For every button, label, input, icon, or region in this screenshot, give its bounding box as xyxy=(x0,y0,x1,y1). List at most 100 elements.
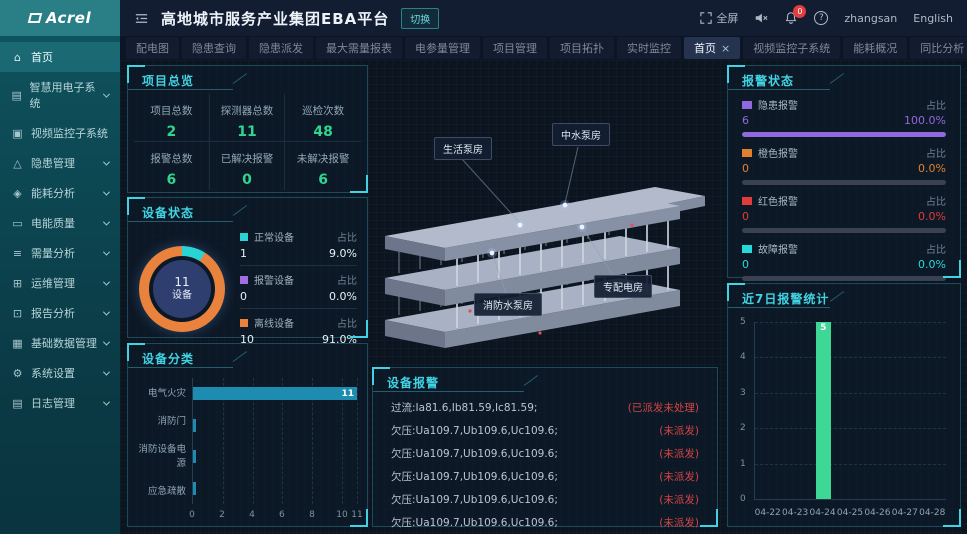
scene-label-reclaimed-water-pump-room[interactable]: 中水泵房 xyxy=(552,123,610,146)
chevron-down-icon xyxy=(103,248,110,255)
sidebar-item-label: 电能质量 xyxy=(31,215,75,231)
brand-logo[interactable]: Acrel xyxy=(0,0,120,36)
panel-title: 近7日报警统计 xyxy=(742,290,829,307)
brand-logo-icon xyxy=(28,13,42,23)
bar-electrical-fire: 11 xyxy=(193,387,357,400)
sidebar-item-smart-power[interactable]: ▤ 智慧用电子系统 xyxy=(0,72,120,118)
switch-project-button[interactable]: 切换 xyxy=(401,8,439,29)
alarm-row[interactable]: 欠压:Ua109.7,Ub109.6,Uc109.6; (未派发) xyxy=(377,511,713,534)
sidebar-item-hazard-mgmt[interactable]: △ 隐患管理 xyxy=(0,148,120,178)
sidebar-item-label: 基础数据管理 xyxy=(31,335,97,351)
gridline xyxy=(357,378,358,504)
tab-yoy-analysis[interactable]: 同比分析 xyxy=(910,37,967,59)
legend-swatch xyxy=(742,149,752,157)
alarm-status-orange: 橙色报警 占比 0 0.0% xyxy=(730,140,958,188)
legend-swatch xyxy=(742,245,752,253)
sidebar-item-system-settings[interactable]: ⚙ 系统设置 xyxy=(0,358,120,388)
language-switch[interactable]: English xyxy=(913,12,953,25)
sidebar-item-label: 系统设置 xyxy=(31,365,75,381)
chevron-down-icon xyxy=(103,398,110,405)
speaker-muted-icon xyxy=(754,11,768,25)
alarm-row[interactable]: 欠压:Ua109.7,Ub109.6,Uc109.6; (未派发) xyxy=(377,488,713,511)
legend-swatch xyxy=(742,197,752,205)
sidebar-item-report-analysis[interactable]: ⊡ 报告分析 xyxy=(0,298,120,328)
menu-fold-icon[interactable] xyxy=(134,11,149,26)
sidebar-item-home[interactable]: ⌂ 首页 xyxy=(0,42,120,72)
sidebar-item-log-mgmt[interactable]: ▤ 日志管理 xyxy=(0,388,120,418)
stat-project-total: 项目总数 2 xyxy=(134,94,210,142)
alarm-status-badge: (未派发) xyxy=(659,469,699,484)
tab-bar: 配电图 隐患查询 隐患派发 最大需量报表 电参量管理 项目管理 项目拓扑 实时监… xyxy=(120,36,967,60)
legend-swatch xyxy=(240,233,248,241)
device-status-donut-chart: 11 设备 xyxy=(134,241,230,337)
panel-title: 设备报警 xyxy=(387,374,439,391)
report-icon: ⊡ xyxy=(11,307,24,320)
sidebar-item-basic-data[interactable]: ▦ 基础数据管理 xyxy=(0,328,120,358)
tab-project-topology[interactable]: 项目拓扑 xyxy=(550,37,614,59)
stat-unresolved-alarms: 未解决报警 6 xyxy=(285,142,361,190)
scene-label-life-pump-room[interactable]: 生活泵房 xyxy=(434,137,492,160)
chevron-down-icon xyxy=(103,188,110,195)
sidebar-item-video-monitor[interactable]: ▣ 视频监控子系统 xyxy=(0,118,120,148)
legend-alarm-devices: 报警设备 占比 0 0.0% xyxy=(240,269,357,309)
category-label: 消防设备电源 xyxy=(134,441,186,469)
tab-home[interactable]: 首页 × xyxy=(684,37,740,59)
building-3d-scene[interactable]: 生活泵房 中水泵房 专配电房 消防水泵房 xyxy=(370,75,722,365)
category-label: 应急疏散 xyxy=(134,483,186,497)
tab-distribution-diagram[interactable]: 配电图 xyxy=(126,37,179,59)
stat-detector-total: 探测器总数 11 xyxy=(210,94,286,142)
mute-button[interactable] xyxy=(754,11,768,25)
alarm-row[interactable]: 欠压:Ua109.7,Ub109.6,Uc109.6; (未派发) xyxy=(377,442,713,465)
scene-label-distribution-room[interactable]: 专配电房 xyxy=(594,275,652,298)
sidebar-item-energy-analysis[interactable]: ◈ 能耗分析 xyxy=(0,178,120,208)
fullscreen-button[interactable]: 全屏 xyxy=(700,10,738,26)
stat-alarm-total: 报警总数 6 xyxy=(134,142,210,190)
x-axis-ticks: 04-22 04-23 04-24 04-25 04-26 04-27 04-2… xyxy=(754,508,946,518)
device-category-bar-chart: 电气火灾 消防门 消防设备电源 应急疏散 11 xyxy=(134,378,357,504)
donut-center-label: 设备 xyxy=(172,290,192,303)
alarm-row[interactable]: 欠压:Ua109.7,Ub109.6,Uc109.6; (未派发) xyxy=(377,465,713,488)
x-axis-ticks: 0 2 4 6 8 10 11 xyxy=(192,510,357,522)
sidebar-item-label: 能耗分析 xyxy=(31,185,75,201)
chevron-down-icon xyxy=(103,158,110,165)
tab-hazard-dispatch[interactable]: 隐患派发 xyxy=(249,37,313,59)
power-quality-icon: ▭ xyxy=(11,217,24,230)
brand-name: Acrel xyxy=(46,9,91,27)
tab-eparam-mgmt[interactable]: 电参量管理 xyxy=(405,37,480,59)
alarm-status-fault: 故障报警 占比 0 0.0% xyxy=(730,236,958,284)
bar-fire-equip-power xyxy=(193,450,196,463)
tab-project-mgmt[interactable]: 项目管理 xyxy=(483,37,547,59)
tab-max-demand-report[interactable]: 最大需量报表 xyxy=(316,37,402,59)
tab-hazard-query[interactable]: 隐患查询 xyxy=(182,37,246,59)
bar-emergency-evac xyxy=(193,482,196,495)
tab-video-subsystem[interactable]: 视频监控子系统 xyxy=(743,37,840,59)
stat-inspection-count: 巡检次数 48 xyxy=(285,94,361,142)
alarm-status-red: 红色报警 占比 0 0.0% xyxy=(730,188,958,236)
gear-icon: ⚙ xyxy=(11,367,24,380)
sidebar-item-label: 视频监控子系统 xyxy=(31,125,108,141)
sidebar-item-power-quality[interactable]: ▭ 电能质量 xyxy=(0,208,120,238)
close-icon[interactable]: × xyxy=(721,43,730,54)
tab-energy-overview[interactable]: 能耗概况 xyxy=(843,37,907,59)
sidebar-item-demand-analysis[interactable]: ≡ 需量分析 xyxy=(0,238,120,268)
panel-title: 项目总览 xyxy=(142,72,194,89)
alarm-row[interactable]: 欠压:Ua109.7,Ub109.6,Uc109.6; (未派发) xyxy=(377,419,713,442)
dashboard-main: 项目总览 项目总数 2 探测器总数 11 巡检次数 48 报警总数 6 已解决报… xyxy=(120,60,967,534)
category-label: 消防门 xyxy=(134,413,186,427)
tab-realtime-monitor[interactable]: 实时监控 xyxy=(617,37,681,59)
energy-icon: ◈ xyxy=(11,187,24,200)
help-icon[interactable]: ? xyxy=(814,11,828,25)
alarm-row[interactable]: 过流:Ia81.6,Ib81.59,Ic81.59; (已派发未处理) xyxy=(377,396,713,419)
sidebar-item-label: 首页 xyxy=(31,49,53,65)
alarm-status-badge: (未派发) xyxy=(659,492,699,507)
notifications-button[interactable]: 0 xyxy=(784,11,798,25)
demand-icon: ≡ xyxy=(11,247,24,260)
sidebar-item-label: 隐患管理 xyxy=(31,155,75,171)
panel-weekly-alarm: 近7日报警统计 5 4 3 2 1 0 5 xyxy=(727,283,961,527)
chart-icon: ▤ xyxy=(11,89,22,102)
sidebar-item-ops-mgmt[interactable]: ⊞ 运维管理 xyxy=(0,268,120,298)
video-icon: ▣ xyxy=(11,127,24,140)
category-label: 电气火灾 xyxy=(134,385,186,399)
username[interactable]: zhangsan xyxy=(844,12,897,25)
scene-label-fire-pump-room[interactable]: 消防水泵房 xyxy=(474,293,542,316)
